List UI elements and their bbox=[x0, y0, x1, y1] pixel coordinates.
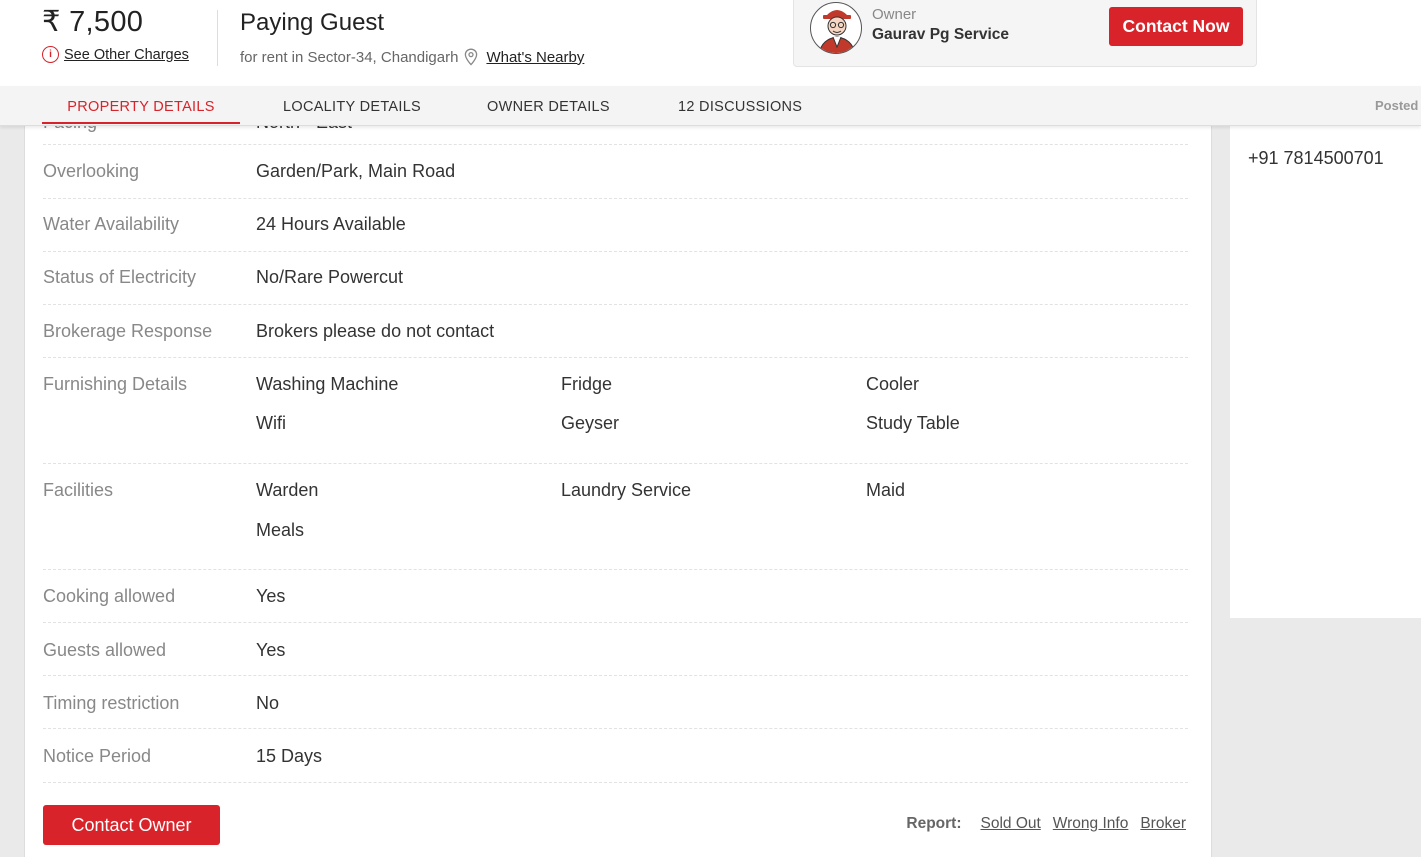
detail-row-guests: Guests allowed Yes bbox=[43, 623, 1188, 676]
property-location: for rent in Sector-34, Chandigarh What's… bbox=[240, 48, 584, 66]
detail-row-overlooking: Overlooking Garden/Park, Main Road bbox=[43, 145, 1188, 199]
property-header: ₹ 7,500 i See Other Charges Paying Guest… bbox=[0, 0, 1421, 86]
furnishing-item: Study Table bbox=[866, 413, 960, 433]
contact-now-button[interactable]: Contact Now bbox=[1109, 7, 1243, 46]
report-wrong-info-link[interactable]: Wrong Info bbox=[1053, 815, 1129, 833]
header-divider bbox=[217, 10, 218, 66]
report-sold-out-link[interactable]: Sold Out bbox=[980, 815, 1040, 833]
tab-locality-details[interactable]: LOCALITY DETAILS bbox=[283, 86, 421, 124]
facility-item: Warden bbox=[256, 480, 319, 500]
see-other-charges-link[interactable]: See Other Charges bbox=[64, 47, 189, 63]
detail-value: No/Rare Powercut bbox=[256, 267, 404, 287]
owner-role-label: Owner bbox=[872, 6, 917, 23]
report-label: Report: bbox=[906, 815, 962, 832]
detail-row-electricity: Status of Electricity No/Rare Powercut bbox=[43, 252, 1188, 305]
tab-discussions[interactable]: 12 DISCUSSIONS bbox=[678, 86, 802, 124]
owner-name: Gaurav Pg Service bbox=[872, 26, 1009, 43]
rent-price: ₹ 7,500 bbox=[42, 6, 144, 38]
other-charges: i See Other Charges bbox=[42, 46, 189, 63]
detail-label: Furnishing Details bbox=[43, 374, 188, 394]
side-contact-panel: +91 7814500701 bbox=[1230, 86, 1421, 618]
facility-item: Maid bbox=[866, 480, 906, 500]
detail-value: 15 Days bbox=[256, 746, 323, 766]
furnishing-item: Cooler bbox=[866, 374, 920, 394]
property-type-title: Paying Guest bbox=[240, 9, 385, 36]
detail-value: Yes bbox=[256, 586, 286, 606]
location-pin-icon bbox=[464, 48, 478, 66]
furnishing-item: Fridge bbox=[561, 374, 613, 394]
owner-phone-number: +91 7814500701 bbox=[1248, 148, 1384, 168]
contact-owner-button[interactable]: Contact Owner bbox=[43, 805, 220, 845]
info-icon: i bbox=[42, 46, 59, 63]
posted-date-label: Posted o bbox=[1375, 98, 1421, 113]
tab-owner-details[interactable]: OWNER DETAILS bbox=[487, 86, 610, 124]
detail-label: Cooking allowed bbox=[43, 586, 176, 606]
facility-item: Laundry Service bbox=[561, 480, 692, 500]
detail-label: Brokerage Response bbox=[43, 321, 213, 341]
report-broker-link[interactable]: Broker bbox=[1140, 815, 1186, 833]
detail-row-furnishing: Furnishing Details Washing Machine Fridg… bbox=[43, 358, 1188, 464]
report-links: Report: Sold Out Wrong Info Broker bbox=[906, 815, 1186, 833]
tab-property-details[interactable]: PROPERTY DETAILS bbox=[42, 86, 240, 124]
detail-row-facilities: Facilities Warden Laundry Service Maid M… bbox=[43, 464, 1188, 570]
detail-label: Facilities bbox=[43, 480, 114, 500]
section-tabs: PROPERTY DETAILS LOCALITY DETAILS OWNER … bbox=[0, 86, 1421, 126]
detail-label: Overlooking bbox=[43, 161, 140, 181]
detail-value: Yes bbox=[256, 640, 286, 660]
detail-label: Guests allowed bbox=[43, 640, 167, 660]
owner-avatar-icon bbox=[810, 2, 862, 54]
facility-item: Meals bbox=[256, 520, 305, 540]
detail-value: 24 Hours Available bbox=[256, 214, 406, 234]
furnishing-item: Geyser bbox=[561, 413, 620, 433]
detail-label: Notice Period bbox=[43, 746, 152, 766]
detail-value: Brokers please do not contact bbox=[256, 321, 495, 341]
detail-value: No bbox=[256, 693, 280, 713]
owner-card: Owner Gaurav Pg Service Contact Now bbox=[793, 0, 1257, 67]
furnishing-item: Wifi bbox=[256, 413, 286, 433]
furnishing-item: Washing Machine bbox=[256, 374, 399, 394]
detail-row-timing: Timing restriction No bbox=[43, 676, 1188, 729]
property-details-panel: Facing North - East Overlooking Garden/P… bbox=[24, 86, 1212, 857]
detail-row-water: Water Availability 24 Hours Available bbox=[43, 199, 1188, 252]
detail-row-brokerage: Brokerage Response Brokers please do not… bbox=[43, 305, 1188, 358]
detail-row-notice: Notice Period 15 Days bbox=[43, 729, 1188, 783]
detail-row-cooking: Cooking allowed Yes bbox=[43, 570, 1188, 623]
location-text: for rent in Sector-34, Chandigarh bbox=[240, 48, 459, 66]
detail-value: Garden/Park, Main Road bbox=[256, 161, 456, 181]
detail-label: Status of Electricity bbox=[43, 267, 197, 287]
whats-nearby-link[interactable]: What's Nearby bbox=[486, 49, 584, 66]
detail-label: Timing restriction bbox=[43, 693, 180, 713]
detail-label: Water Availability bbox=[43, 214, 180, 234]
